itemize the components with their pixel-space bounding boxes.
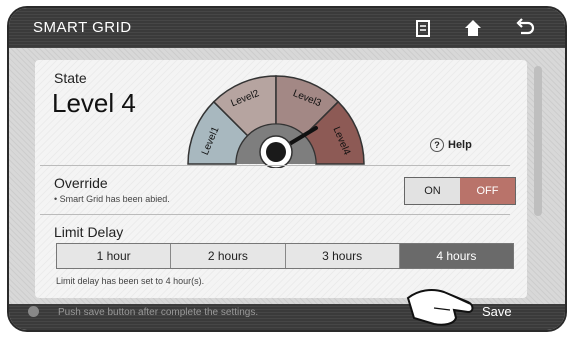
manual-icon[interactable] [411,16,435,40]
help-link[interactable]: ? Help [430,138,472,152]
divider [40,165,510,166]
limit-delay-label: Limit Delay [54,224,124,240]
level-gauge: Level1 Level2 Level3 Level4 [187,75,365,168]
limit-option-2-hours[interactable]: 2 hours [171,244,286,268]
state-label: State [54,70,87,86]
help-label: Help [448,138,472,151]
limit-option-4-hours[interactable]: 4 hours [399,244,513,268]
scrollbar[interactable] [534,66,542,216]
limit-option-1-hour[interactable]: 1 hour [57,244,172,268]
override-note: • Smart Grid has been abied. [54,194,170,204]
title-bar: SMART GRID [9,8,565,48]
pointing-hand-icon [406,289,474,326]
override-on-button[interactable]: ON [405,178,460,204]
override-toggle[interactable]: ON OFF [404,177,516,205]
gauge-hub-knob [266,142,286,162]
limit-delay-note: Limit delay has been set to 4 hour(s). [56,276,205,286]
info-icon [28,306,39,317]
question-icon: ? [430,138,444,152]
state-value: Level 4 [52,88,136,118]
app-title: SMART GRID [33,19,132,36]
override-label: Override [54,175,108,191]
limit-option-3-hours[interactable]: 3 hours [285,244,400,268]
limit-delay-selector[interactable]: 1 hour 2 hours 3 hours 4 hours [56,243,514,269]
override-off-button[interactable]: OFF [460,178,515,204]
home-icon[interactable] [461,16,485,40]
footer-hint: Push save button after complete the sett… [58,307,259,318]
divider [40,214,510,215]
back-icon[interactable] [513,16,537,40]
